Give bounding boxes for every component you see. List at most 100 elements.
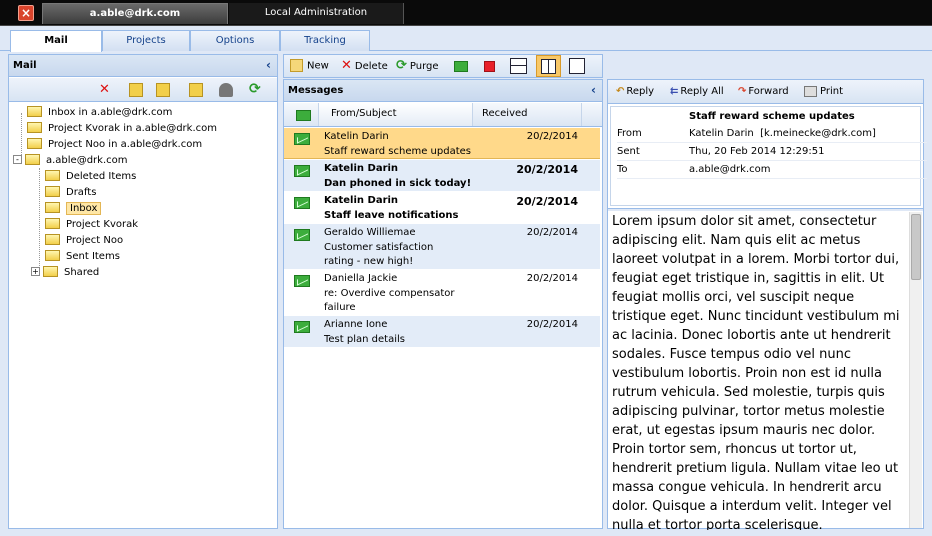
message-from: Katelin Darin [324, 131, 389, 142]
purge-icon: ⟳ [396, 58, 407, 73]
tab-tracking[interactable]: Tracking [280, 30, 370, 51]
tree-item-sent-items[interactable]: Sent Items [45, 249, 120, 265]
reply-all-button[interactable]: ⇇ Reply All [670, 85, 724, 99]
tab-mail[interactable]: Mail [10, 30, 102, 52]
delete-icon: ✕ [341, 58, 352, 73]
message-unread-icon [294, 197, 310, 209]
delete-folder-icon[interactable]: ✕ [99, 83, 113, 97]
message-subject: re: Overdive compensator failure [324, 288, 455, 313]
tree-item-shared[interactable]: + Shared [31, 265, 99, 281]
tab-user-account[interactable]: a.able@drk.com [42, 3, 228, 24]
messages-panel-title: Messages [288, 85, 344, 96]
tree-item-drafts[interactable]: Drafts [45, 185, 96, 201]
message-date: 20/2/2014 [526, 131, 578, 142]
move-folder-icon[interactable] [189, 83, 203, 97]
tab-local-administration[interactable]: Local Administration [229, 3, 404, 24]
message-row[interactable]: Daniella Jackie 20/2/2014 re: Overdive c… [284, 270, 600, 315]
message-body: Lorem ipsum dolor sit amet, consectetur … [612, 214, 900, 530]
flag-icon[interactable] [484, 61, 495, 72]
message-subject: Customer satisfaction rating - new high! [324, 242, 434, 267]
layout-single-icon[interactable] [569, 58, 585, 74]
reply-button[interactable]: ↶ Reply [616, 85, 654, 99]
tree-connector [39, 168, 40, 276]
rename-folder-icon[interactable] [156, 83, 170, 97]
folder-icon [27, 137, 42, 149]
new-icon [290, 59, 303, 72]
print-button[interactable]: Print [804, 85, 843, 99]
message-read-icon [294, 229, 310, 241]
tab-options[interactable]: Options [190, 30, 280, 51]
print-icon [804, 85, 817, 97]
tree-item-project-kvorak-shared[interactable]: Project Kvorak in a.able@drk.com [27, 121, 217, 137]
folder-icon [45, 185, 60, 197]
new-button[interactable]: New [290, 59, 329, 73]
reply-all-icon: ⇇ [670, 86, 679, 97]
purge-button[interactable]: ⟳ Purge [396, 59, 439, 73]
reply-icon: ↶ [616, 86, 625, 97]
expand-node-icon[interactable]: + [31, 266, 40, 276]
forward-button[interactable]: ↷ Forward [738, 85, 789, 99]
new-button-label: New [307, 60, 329, 72]
column-from-subject[interactable]: From/Subject [318, 103, 473, 126]
tree-item-label: Inbox in a.able@drk.com [48, 107, 173, 118]
tree-item-account[interactable]: - a.able@drk.com [13, 153, 128, 169]
from-value: Katelin Darin [k.meinecke@drk.com] [689, 128, 876, 139]
body-scrollbar[interactable] [909, 212, 922, 528]
mark-read-icon[interactable] [454, 61, 468, 72]
mail-panel: Mail ‹ ✕ ⟳ Inbox in a.able@drk.com Proje… [8, 54, 278, 529]
message-from: Katelin Darin [324, 163, 399, 174]
preview-toolbar: ↶ Reply ⇇ Reply All ↷ Forward Print [608, 80, 923, 104]
collapse-messages-panel-icon[interactable]: ‹ [591, 80, 596, 101]
message-from: Geraldo Williemae [324, 227, 416, 238]
message-subject: Test plan details [324, 334, 405, 345]
column-received[interactable]: Received [482, 103, 582, 126]
tab-projects[interactable]: Projects [102, 30, 190, 51]
tree-item-deleted-items[interactable]: Deleted Items [45, 169, 136, 185]
message-row[interactable]: Arianne Ione 20/2/2014 Test plan details [284, 316, 600, 347]
purge-button-label: Purge [409, 61, 439, 72]
message-row[interactable]: Katelin Darin 20/2/2014 Dan phoned in si… [284, 160, 600, 191]
message-header-box: Staff reward scheme updates From Katelin … [610, 106, 927, 206]
mail-panel-title: Mail [13, 60, 37, 71]
tree-item-label: Drafts [66, 187, 97, 198]
to-label: To [617, 164, 628, 175]
collapse-mail-panel-icon[interactable]: ‹ [266, 55, 271, 76]
tree-item-label: Project Noo [66, 235, 124, 246]
splitter[interactable] [608, 208, 923, 211]
tree-item-label: Deleted Items [66, 171, 137, 182]
tree-item-project-noo-shared[interactable]: Project Noo in a.able@drk.com [27, 137, 202, 153]
layout-vertical-button[interactable] [536, 55, 561, 77]
folder-icon [45, 249, 60, 261]
layout-horizontal-icon[interactable] [510, 58, 527, 74]
tree-item-inbox-shared[interactable]: Inbox in a.able@drk.com [27, 105, 172, 121]
message-row[interactable]: Katelin Darin 20/2/2014 Staff reward sch… [284, 128, 600, 159]
forward-label: Forward [748, 86, 789, 97]
read-status-column-icon[interactable] [296, 110, 311, 121]
message-row[interactable]: Geraldo Williemae 20/2/2014 Customer sat… [284, 224, 600, 269]
layout-vertical-icon [541, 59, 556, 74]
new-folder-icon[interactable] [129, 83, 143, 97]
collapse-node-icon[interactable]: - [13, 154, 22, 164]
scrollbar-thumb[interactable] [911, 214, 921, 280]
tree-item-label: a.able@drk.com [46, 155, 128, 166]
folder-icon [27, 121, 42, 133]
tree-item-project-noo[interactable]: Project Noo [45, 233, 123, 249]
close-icon[interactable]: × [18, 5, 34, 21]
tree-item-inbox[interactable]: Inbox [45, 201, 102, 217]
message-row[interactable]: Katelin Darin 20/2/2014 Staff leave noti… [284, 192, 600, 223]
header-to-row: To a.able@drk.com [617, 161, 927, 179]
message-date: 20/2/2014 [526, 227, 578, 238]
tree-item-label: Project Kvorak [66, 219, 139, 230]
delete-button[interactable]: ✕ Delete [341, 59, 388, 73]
delete-button-label: Delete [354, 61, 388, 72]
message-from: Daniella Jackie [324, 273, 398, 284]
sent-label: Sent [617, 146, 640, 157]
column-header-row: From/Subject Received [284, 103, 602, 127]
refresh-icon[interactable]: ⟳ [249, 82, 263, 96]
message-subject: Staff leave notifications [324, 210, 459, 221]
tree-item-project-kvorak[interactable]: Project Kvorak [45, 217, 138, 233]
share-folder-icon[interactable] [219, 83, 233, 97]
message-read-icon [294, 275, 310, 287]
folder-open-icon [25, 153, 40, 165]
message-read-icon [294, 133, 310, 145]
